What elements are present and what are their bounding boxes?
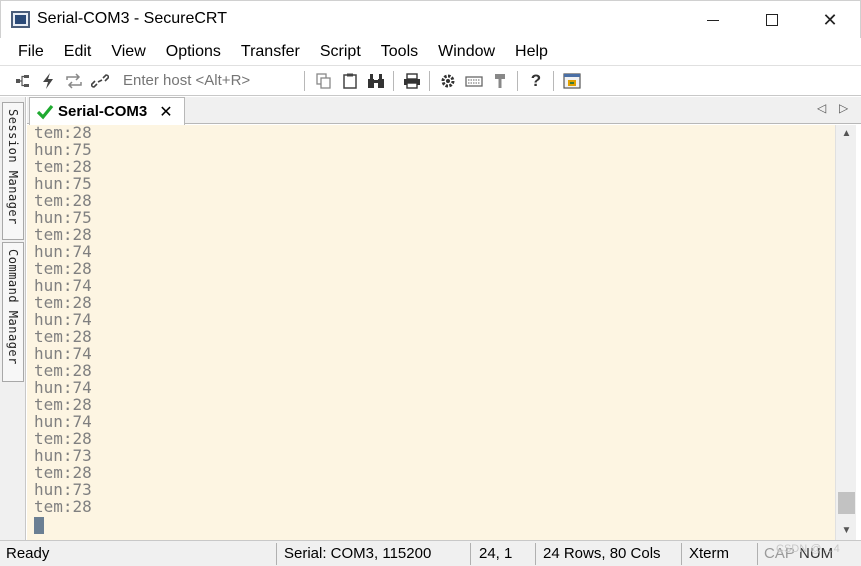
menu-file[interactable]: File (8, 38, 54, 65)
scroll-down-icon[interactable]: ▼ (836, 522, 857, 539)
disconnect-icon[interactable] (89, 70, 111, 92)
terminal-view[interactable]: tem:28 hun:75 tem:28 hun:75 tem:28 hun:75 tem:… (27, 125, 835, 540)
menu-window[interactable]: Window (428, 38, 505, 65)
terminal-line: tem:28 (34, 157, 92, 176)
terminal-output: tem:28 hun:75 tem:28 hun:75 tem:28 hun:75 tem:… (34, 125, 92, 515)
terminal-scrollbar[interactable]: ▲ ▼ (835, 125, 856, 540)
terminal-line: tem:28 (34, 361, 92, 380)
session-tab-strip: Serial-COM3 ✕ ◁ ▷ (27, 97, 861, 125)
status-separator (535, 543, 536, 565)
terminal-line: tem:28 (34, 259, 92, 278)
menu-help[interactable]: Help (505, 38, 558, 65)
menu-edit[interactable]: Edit (54, 38, 102, 65)
toolbar: ? (0, 65, 861, 96)
close-window-button[interactable]: ✕ (801, 1, 859, 39)
terminal-line: hun:73 (34, 446, 92, 465)
session-manager-tab[interactable]: Session Manager (2, 102, 24, 240)
terminal-line: tem:28 (34, 327, 92, 346)
menu-options[interactable]: Options (156, 38, 231, 65)
terminal-line: hun:74 (34, 378, 92, 397)
status-separator (681, 543, 682, 565)
terminal-line: tem:28 (34, 429, 92, 448)
terminal-line: tem:28 (34, 463, 92, 482)
tab-scroll-left-icon[interactable]: ◁ (817, 101, 826, 115)
status-emulation: Xterm (689, 545, 730, 562)
tab-label: Serial-COM3 (58, 103, 148, 120)
status-connection: Serial: COM3, 115200 (284, 545, 432, 562)
window-title: Serial-COM3 - SecureCRT (37, 10, 227, 27)
terminal-line: hun:74 (34, 412, 92, 431)
close-icon: ✕ (822, 9, 838, 30)
keymap-icon[interactable] (463, 70, 485, 92)
tab-serial-com3[interactable]: Serial-COM3 ✕ (29, 97, 185, 125)
terminal-line: tem:28 (34, 497, 92, 516)
side-dock: Session Manager Command Manager (0, 97, 26, 540)
status-size: 24 Rows, 80 Cols (543, 545, 661, 562)
tab-scroll-right-icon[interactable]: ▷ (839, 101, 848, 115)
menu-transfer[interactable]: Transfer (231, 38, 310, 65)
copy-icon[interactable] (313, 70, 335, 92)
paste-icon[interactable] (339, 70, 361, 92)
status-bar: Ready Serial: COM3, 115200 24, 1 24 Rows… (0, 540, 861, 566)
securecrt-app-icon (11, 11, 30, 28)
maximize-button[interactable] (743, 1, 801, 39)
terminal-line: hun:73 (34, 480, 92, 499)
connected-check-icon (36, 103, 54, 121)
session-manager-label: Session Manager (6, 109, 20, 225)
print-icon[interactable] (401, 70, 423, 92)
terminal-line: hun:74 (34, 276, 92, 295)
terminal-line: hun:74 (34, 344, 92, 363)
terminal-line: hun:75 (34, 140, 92, 159)
menu-script[interactable]: Script (310, 38, 371, 65)
terminal-line: tem:28 (34, 225, 92, 244)
command-manager-label: Command Manager (6, 249, 20, 365)
quick-connect-icon[interactable] (37, 70, 59, 92)
minimize-button[interactable] (684, 1, 742, 39)
terminal-cursor (34, 517, 44, 534)
terminal-line: hun:75 (34, 208, 92, 227)
tab-close-icon[interactable]: ✕ (159, 102, 172, 122)
status-ready: Ready (6, 545, 50, 562)
minimize-icon (707, 19, 719, 21)
command-manager-tab[interactable]: Command Manager (2, 242, 24, 382)
terminal-line: tem:28 (34, 395, 92, 414)
terminal-line: tem:28 (34, 125, 92, 142)
menu-view[interactable]: View (101, 38, 155, 65)
host-input[interactable] (115, 70, 303, 92)
menu-bar: File Edit View Options Transfer Script T… (0, 38, 861, 65)
status-separator (757, 543, 758, 565)
toolbar-separator (429, 71, 430, 91)
maximize-icon (766, 14, 778, 26)
toolbar-separator (553, 71, 554, 91)
terminal-line: hun:74 (34, 310, 92, 329)
sftp-icon[interactable] (489, 70, 511, 92)
status-cursor-position: 24, 1 (479, 545, 513, 562)
scroll-up-icon[interactable]: ▲ (836, 125, 857, 142)
connect-icon[interactable] (12, 70, 34, 92)
status-separator (276, 543, 277, 565)
status-separator (470, 543, 471, 565)
scrollbar-thumb[interactable] (838, 492, 855, 514)
title-bar: Serial-COM3 - SecureCRT ✕ (0, 0, 861, 38)
reconnect-icon[interactable] (63, 70, 85, 92)
find-icon[interactable] (365, 70, 387, 92)
toolbar-separator (304, 71, 305, 91)
session-options-icon[interactable] (437, 70, 459, 92)
menu-tools[interactable]: Tools (371, 38, 428, 65)
terminal-line: tem:28 (34, 191, 92, 210)
toolbar-separator (393, 71, 394, 91)
terminal-line: hun:74 (34, 242, 92, 261)
terminal-line: tem:28 (34, 293, 92, 312)
screenshot-icon[interactable] (561, 70, 583, 92)
watermark: CSDN @ ...4 (776, 543, 840, 555)
toolbar-separator (517, 71, 518, 91)
terminal-line: hun:75 (34, 174, 92, 193)
help-icon[interactable]: ? (525, 70, 547, 92)
